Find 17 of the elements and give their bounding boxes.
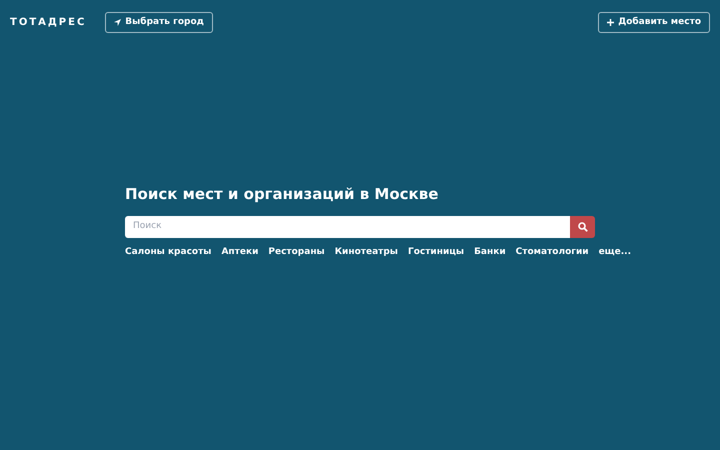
search-icon [578, 222, 588, 232]
category-link[interactable]: Банки [474, 246, 506, 260]
category-link[interactable]: Рестораны [268, 246, 325, 260]
site-logo[interactable]: ТОТАДРЕС [10, 15, 86, 30]
category-link[interactable]: Гостиницы [408, 246, 464, 260]
category-link[interactable]: Салоны красоты [125, 246, 212, 260]
category-link[interactable]: Стоматологии [516, 246, 589, 260]
category-link[interactable]: еще... [598, 246, 631, 260]
category-link[interactable]: Кинотеатры [334, 246, 398, 260]
plus-icon [607, 19, 614, 26]
location-arrow-icon [114, 19, 122, 26]
search-field[interactable]: Поиск [125, 216, 570, 238]
search-button[interactable] [570, 216, 595, 238]
search-heading: Поиск мест и организаций в Москве [125, 184, 440, 204]
category-link[interactable]: Аптеки [221, 246, 258, 260]
choose-city-button[interactable]: Выбрать город [105, 12, 213, 33]
add-place-button[interactable]: Добавить место [598, 12, 710, 33]
